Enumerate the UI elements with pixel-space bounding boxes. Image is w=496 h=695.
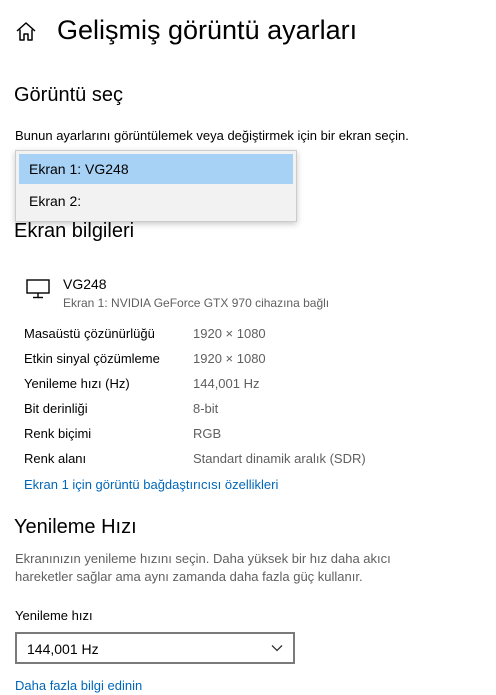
more-info-link[interactable]: Daha fazla bilgi edinin: [15, 678, 142, 693]
refresh-rate-select[interactable]: 144,001 Hz: [15, 632, 295, 664]
home-icon[interactable]: [14, 20, 38, 44]
refresh-rate-select-value: 144,001 Hz: [27, 641, 99, 657]
refresh-rate-heading: Yenileme Hızı: [14, 516, 137, 538]
select-display-description: Bunun ayarlarını görüntülemek veya değiş…: [15, 128, 409, 143]
info-value-color-space: Standart dinamik aralık (SDR): [193, 451, 366, 466]
info-label-signal: Etkin sinyal çözümleme: [24, 351, 160, 366]
adapter-properties-link[interactable]: Ekran 1 için görüntü bağdaştırıcısı özel…: [24, 477, 278, 492]
refresh-rate-field-label: Yenileme hızı: [15, 608, 93, 623]
display-option-2[interactable]: Ekran 2:: [19, 186, 293, 216]
monitor-subtitle: Ekran 1: NVIDIA GeForce GTX 970 cihazına…: [63, 296, 330, 310]
monitor-icon: [26, 279, 50, 299]
info-label-bit-depth: Bit derinliği: [24, 401, 88, 416]
display-info-heading: Ekran bilgileri: [14, 220, 135, 242]
info-value-color-format: RGB: [193, 426, 222, 441]
display-option-1[interactable]: Ekran 1: VG248: [19, 154, 293, 184]
page-title: Gelişmiş görüntü ayarları: [57, 15, 358, 45]
info-label-color-space: Renk alanı: [24, 451, 87, 466]
chevron-down-icon: [271, 645, 283, 652]
select-display-heading: Görüntü seç: [14, 84, 123, 106]
refresh-rate-description-2: hareketler sağlar ama aynı zamanda daha …: [15, 569, 363, 584]
refresh-rate-description-1: Ekranınızın yenileme hızını seçin. Daha …: [15, 551, 391, 566]
monitor-name: VG248: [63, 276, 107, 292]
info-label-resolution: Masaüstü çözünürlüğü: [24, 326, 155, 341]
info-value-resolution: 1920 × 1080: [193, 326, 266, 341]
info-value-refresh: 144,001 Hz: [193, 376, 260, 391]
info-label-refresh: Yenileme hızı (Hz): [24, 376, 130, 391]
info-value-signal: 1920 × 1080: [193, 351, 266, 366]
info-value-bit-depth: 8-bit: [193, 401, 219, 416]
display-dropdown-list: Ekran 1: VG248 Ekran 2:: [15, 150, 297, 222]
info-label-color-format: Renk biçimi: [24, 426, 92, 441]
